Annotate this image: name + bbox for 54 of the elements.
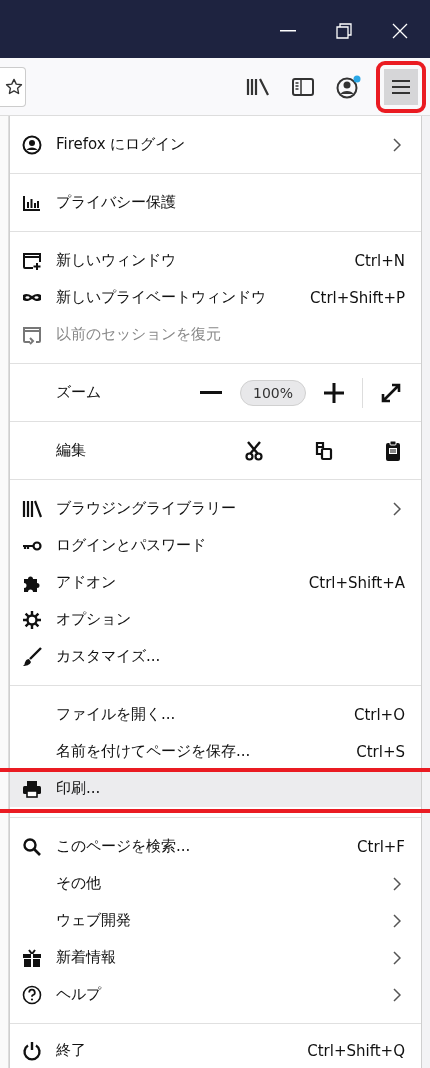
- search-icon: [22, 836, 42, 857]
- chevron-right-icon: [393, 501, 401, 516]
- menu-item[interactable]: 新着情報: [10, 939, 421, 976]
- menu-item[interactable]: 印刷...: [10, 770, 421, 807]
- brush-icon: [22, 646, 42, 667]
- close-icon[interactable]: [392, 23, 408, 39]
- window-arrow-icon: [22, 324, 42, 345]
- menu-item[interactable]: アドオン Ctrl+Shift+A: [10, 564, 421, 601]
- chevron-right-icon: [393, 876, 401, 891]
- menu-item[interactable]: 新しいウィンドウ Ctrl+N: [10, 242, 421, 279]
- help-icon: [22, 984, 42, 1005]
- zoom-out-icon[interactable]: [199, 390, 222, 395]
- printer-icon: [22, 778, 42, 799]
- zoom-in-icon[interactable]: [324, 382, 344, 403]
- restore-icon[interactable]: [336, 23, 352, 39]
- menu-item[interactable]: ブラウジングライブラリー: [10, 490, 421, 527]
- menu-icon: [391, 78, 411, 95]
- star-icon[interactable]: [5, 77, 23, 96]
- minimize-icon[interactable]: [280, 30, 296, 32]
- menu-item[interactable]: 名前を付けてページを保存... Ctrl+S: [10, 733, 421, 770]
- chevron-right-icon: [393, 913, 401, 928]
- library-icon: [22, 498, 42, 519]
- chevron-right-icon: [393, 137, 401, 152]
- paste-icon[interactable]: [385, 439, 401, 462]
- account-icon[interactable]: [336, 74, 362, 99]
- edit-label: 編集: [56, 441, 87, 460]
- menu-item[interactable]: 新しいプライベートウィンドウ Ctrl+Shift+P: [10, 279, 421, 316]
- menu-item[interactable]: 終了 Ctrl+Shift+Q: [10, 1032, 421, 1068]
- gear-icon: [22, 609, 42, 630]
- menu-item[interactable]: ウェブ開発: [10, 902, 421, 939]
- gift-icon: [22, 947, 42, 968]
- fullscreen-icon[interactable]: [381, 382, 401, 403]
- power-icon: [22, 1040, 42, 1061]
- library-icon[interactable]: [246, 77, 270, 96]
- menu-item[interactable]: オプション: [10, 601, 421, 638]
- copy-icon[interactable]: [315, 440, 333, 461]
- menu-item[interactable]: ヘルプ: [10, 976, 421, 1013]
- chevron-right-icon: [393, 950, 401, 965]
- scissors-icon[interactable]: [245, 440, 263, 461]
- menu-item[interactable]: プライバシー保護: [10, 184, 421, 221]
- zoom-label: ズーム: [56, 383, 102, 402]
- menu-button[interactable]: [384, 68, 418, 105]
- chevron-right-icon: [393, 987, 401, 1002]
- menu-item[interactable]: カスタマイズ...: [10, 638, 421, 675]
- zoom-reset-button[interactable]: 100%: [239, 379, 306, 406]
- menu-item[interactable]: このページを検索... Ctrl+F: [10, 828, 421, 865]
- new-window-icon: [22, 250, 42, 271]
- menu-item[interactable]: ファイルを開く... Ctrl+O: [10, 696, 421, 733]
- address-bar[interactable]: [0, 66, 26, 107]
- account-icon: [22, 134, 42, 155]
- menu-item[interactable]: その他: [10, 865, 421, 902]
- sidebar-icon[interactable]: [292, 77, 314, 96]
- menu-item[interactable]: ログインとパスワード: [10, 527, 421, 564]
- menu-item[interactable]: Firefox にログイン: [10, 126, 421, 163]
